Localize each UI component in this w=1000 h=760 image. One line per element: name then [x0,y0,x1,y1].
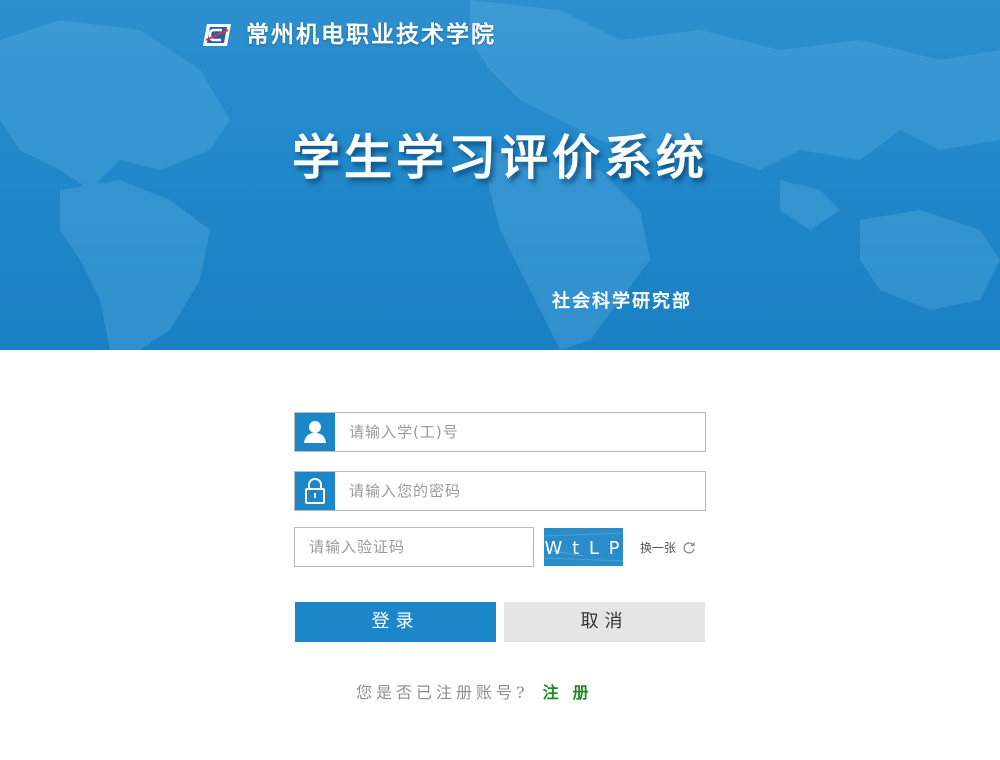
school-name: 常州机电职业技术学院 [246,22,496,48]
school-logo-icon [203,24,231,46]
header-banner: 常州机电职业技术学院 学生学习评价系统 社会科学研究部 [0,0,1000,350]
refresh-label: 换一张 [640,541,677,555]
lock-icon [295,472,335,510]
username-field [294,412,706,452]
refresh-icon [683,542,695,554]
register-prompt: 您是否已注册账号? 注册 [356,682,603,704]
system-title: 学生学习评价系统 [291,130,708,186]
username-input[interactable] [335,413,699,451]
login-button[interactable]: 登录 [295,602,496,642]
register-question: 您是否已注册账号? [356,683,529,702]
password-input[interactable] [335,472,699,510]
captcha-image[interactable]: W t L P [543,528,624,566]
register-link[interactable]: 注册 [543,683,603,702]
department-name: 社会科学研究部 [552,291,692,312]
cancel-button[interactable]: 取消 [504,602,705,642]
user-icon [295,413,335,451]
captcha-input[interactable] [295,528,533,566]
password-field [294,471,706,511]
captcha-field [294,527,534,567]
refresh-captcha-link[interactable]: 换一张 [640,539,696,557]
captcha-text: W t L P [545,538,622,559]
